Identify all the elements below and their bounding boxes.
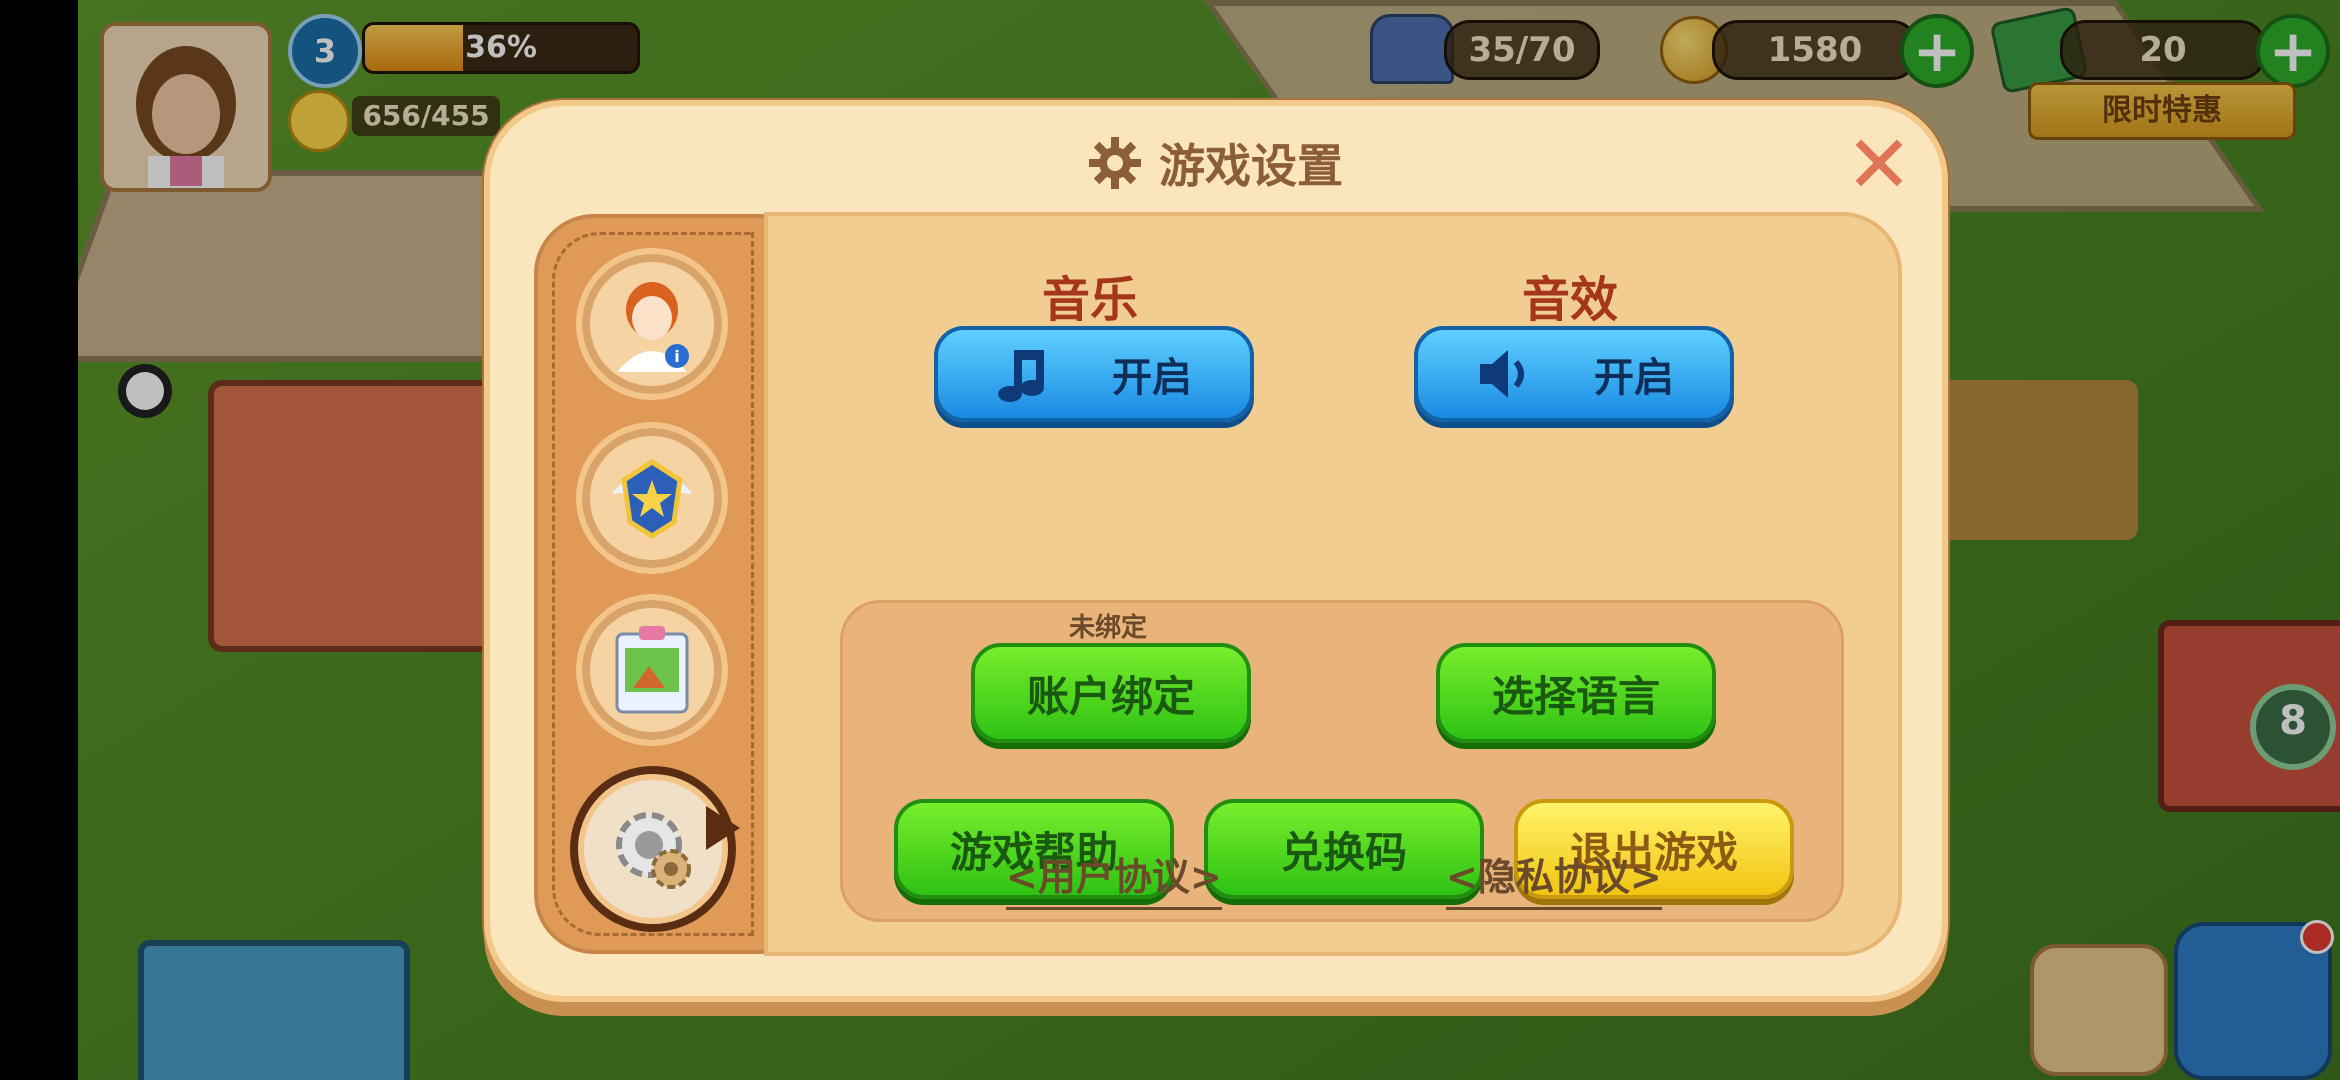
dialog-title: 游戏设置: [1159, 139, 1343, 193]
redeem-code-label: 兑换码: [1280, 827, 1407, 877]
sfx-state: 开启: [1594, 355, 1674, 401]
music-label: 音乐: [1041, 272, 1138, 328]
active-tab-pointer: [706, 806, 740, 850]
account-options-panel: 未绑定 账户绑定 选择语言 游戏帮助 兑换码 退出游戏: [840, 600, 1844, 922]
settings-dialog: 游戏设置 ✕ i 音乐 开启 音效 开启 未绑定 账户绑定 选择语言 游戏帮助 …: [484, 100, 1948, 1002]
speaker-icon: [1480, 350, 1524, 398]
tab-profile[interactable]: i: [576, 248, 728, 400]
close-icon: ✕: [1845, 118, 1913, 211]
select-language-button[interactable]: 选择语言: [1436, 643, 1716, 743]
user-agreement-link[interactable]: <用户协议>: [1006, 846, 1222, 910]
redeem-code-button[interactable]: 兑换码: [1204, 799, 1484, 899]
music-toggle-button[interactable]: 开启: [934, 326, 1254, 422]
select-language-label: 选择语言: [1491, 671, 1660, 721]
account-bind-label: 账户绑定: [1026, 671, 1195, 721]
svg-text:i: i: [674, 347, 679, 366]
account-bind-button[interactable]: 账户绑定: [971, 643, 1251, 743]
settings-panel: 音乐 开启 音效 开启 未绑定 账户绑定 选择语言 游戏帮助 兑换码 退出游戏 …: [764, 212, 1902, 956]
tab-album[interactable]: [576, 594, 728, 746]
gear-icon: [1089, 137, 1141, 189]
sfx-label: 音效: [1521, 272, 1618, 328]
unbound-note: 未绑定: [1069, 613, 1148, 643]
music-note-icon: [998, 350, 1044, 402]
dialog-header: 游戏设置: [490, 130, 1942, 196]
privacy-agreement-link[interactable]: <隐私协议>: [1446, 846, 1662, 910]
close-button[interactable]: ✕: [1844, 125, 1914, 205]
album-icon: [615, 626, 689, 714]
badge-icon: [612, 459, 692, 539]
music-state: 开启: [1112, 355, 1192, 401]
settings-gear-icon: [616, 812, 691, 889]
sfx-toggle-button[interactable]: 开启: [1414, 326, 1734, 422]
tab-achievements[interactable]: [576, 422, 728, 574]
profile-icon: i: [617, 282, 689, 372]
